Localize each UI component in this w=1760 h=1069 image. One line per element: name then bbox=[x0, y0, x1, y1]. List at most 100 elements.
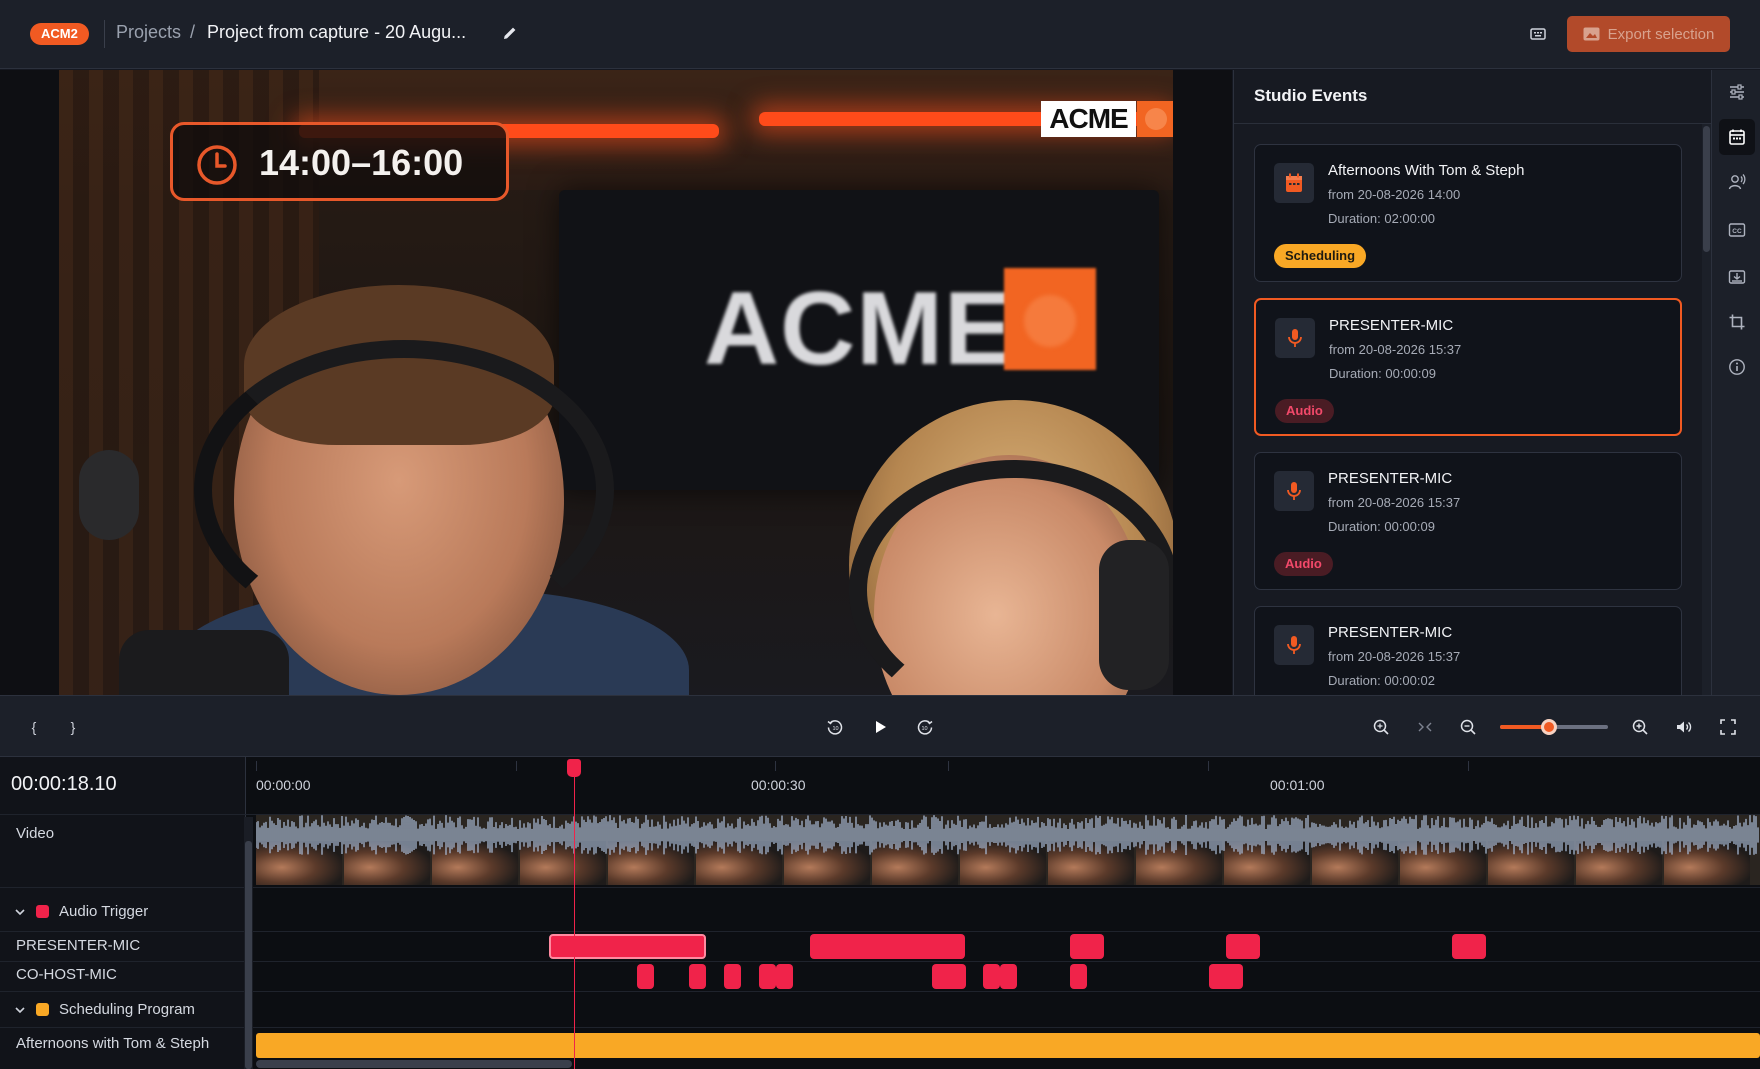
chevron-down-icon bbox=[15, 1006, 25, 1013]
cohost-audio-clip[interactable] bbox=[983, 964, 1000, 989]
event-title: Afternoons With Tom & Steph bbox=[1328, 162, 1525, 179]
panel-scrollbar[interactable] bbox=[1702, 124, 1711, 695]
event-start: from 20-08-2026 15:37 bbox=[1328, 649, 1461, 664]
event-card-selected[interactable]: PRESENTER-MIC from 20-08-2026 15:37 Dura… bbox=[1254, 298, 1682, 436]
event-title: PRESENTER-MIC bbox=[1329, 317, 1454, 334]
sliders-icon[interactable] bbox=[1719, 74, 1755, 110]
volume-icon[interactable] bbox=[1671, 714, 1697, 740]
export-selection-button[interactable]: Export selection bbox=[1567, 16, 1730, 52]
calendar-icon bbox=[1274, 163, 1314, 203]
event-start: from 20-08-2026 14:00 bbox=[1328, 187, 1461, 202]
tool-rail: CC bbox=[1711, 70, 1760, 695]
current-timecode: 00:00:18.10 bbox=[11, 773, 117, 795]
audio-color-swatch bbox=[36, 905, 49, 918]
event-start: from 20-08-2026 15:37 bbox=[1329, 342, 1462, 357]
zoom-fit-icon[interactable] bbox=[1368, 714, 1394, 740]
presenter-audio-clip[interactable] bbox=[1070, 934, 1104, 959]
scheduling-tag: Scheduling bbox=[1274, 244, 1367, 268]
track-list-scrollbar[interactable] bbox=[244, 817, 253, 1069]
track-group-label: Scheduling Program bbox=[59, 1001, 195, 1018]
mark-in-button[interactable]: { bbox=[21, 714, 47, 740]
cohost-audio-clip[interactable] bbox=[1000, 964, 1017, 989]
schedule-program-clip[interactable] bbox=[256, 1033, 1760, 1058]
video-frame: ACME 14:00–16:00 ACME bbox=[59, 70, 1173, 695]
divider bbox=[104, 20, 105, 48]
event-card[interactable]: Afternoons With Tom & Steph from 20-08-2… bbox=[1254, 144, 1682, 282]
track-group-audio-trigger[interactable]: Audio Trigger bbox=[14, 903, 148, 920]
cohost-audio-clip[interactable] bbox=[637, 964, 654, 989]
image-download-icon[interactable] bbox=[1719, 259, 1755, 295]
svg-text:10: 10 bbox=[921, 726, 927, 732]
export-selection-label: Export selection bbox=[1607, 25, 1715, 43]
breadcrumb-projects-link[interactable]: Projects bbox=[116, 22, 181, 43]
audio-tag: Audio bbox=[1275, 399, 1334, 423]
video-preview[interactable]: ACME 14:00–16:00 ACME bbox=[0, 70, 1232, 695]
presenter-audio-clip[interactable] bbox=[1452, 934, 1486, 959]
ruler-label: 00:00:30 bbox=[751, 777, 806, 793]
track-label-video: Video bbox=[16, 825, 55, 842]
rewind-10-icon[interactable]: 10 bbox=[822, 714, 848, 740]
zoom-slider[interactable] bbox=[1500, 719, 1608, 735]
play-icon[interactable] bbox=[867, 714, 893, 740]
acme-logo-mark bbox=[1137, 101, 1173, 137]
crop-icon[interactable] bbox=[1719, 304, 1755, 340]
ruler-label: 00:00:00 bbox=[256, 777, 311, 793]
event-duration: Duration: 00:00:02 bbox=[1328, 673, 1435, 688]
panel-title: Studio Events bbox=[1254, 86, 1368, 105]
track-label-presenter-mic: PRESENTER-MIC bbox=[16, 937, 141, 954]
playhead[interactable] bbox=[574, 773, 575, 1069]
event-duration: Duration: 02:00:00 bbox=[1328, 211, 1435, 226]
audio-waveform bbox=[256, 815, 1759, 855]
chevron-down-icon bbox=[15, 908, 25, 915]
microphone-icon bbox=[1275, 318, 1315, 358]
ruler-label: 00:01:00 bbox=[1270, 777, 1325, 793]
svg-text:CC: CC bbox=[1732, 228, 1742, 235]
mark-out-button[interactable]: } bbox=[60, 714, 86, 740]
microphone-icon bbox=[1274, 471, 1314, 511]
timeline[interactable]: 00:00:18.10 Video Audio Trigger PRESENTE… bbox=[0, 757, 1760, 1069]
audio-tag: Audio bbox=[1274, 552, 1333, 576]
speaker-person-icon[interactable] bbox=[1719, 164, 1755, 200]
track-group-label: Audio Trigger bbox=[59, 903, 149, 920]
calendar-icon[interactable] bbox=[1719, 119, 1755, 155]
timeline-horizontal-scrollbar[interactable] bbox=[256, 1060, 572, 1068]
acme-logo: ACME bbox=[1041, 101, 1136, 137]
cohost-audio-clip[interactable] bbox=[759, 964, 776, 989]
image-export-icon bbox=[1583, 27, 1600, 41]
forward-10-icon[interactable]: 10 bbox=[912, 714, 938, 740]
zoom-out-icon[interactable] bbox=[1455, 714, 1481, 740]
presenter-audio-clip[interactable] bbox=[549, 934, 706, 959]
time-overlay: 14:00–16:00 bbox=[170, 122, 509, 201]
project-title: Project from capture - 20 Augu... bbox=[207, 22, 467, 42]
cohost-audio-clip[interactable] bbox=[776, 964, 793, 989]
event-title: PRESENTER-MIC bbox=[1328, 624, 1453, 641]
svg-text:10: 10 bbox=[832, 726, 838, 732]
collapse-icon[interactable] bbox=[1412, 714, 1438, 740]
cohost-audio-clip[interactable] bbox=[1209, 964, 1243, 989]
event-duration: Duration: 00:00:09 bbox=[1328, 519, 1435, 534]
zoom-in-icon[interactable] bbox=[1627, 714, 1653, 740]
event-card[interactable]: PRESENTER-MIC from 20-08-2026 15:37 Dura… bbox=[1254, 452, 1682, 590]
cohost-audio-clip[interactable] bbox=[1070, 964, 1087, 989]
fullscreen-icon[interactable] bbox=[1715, 714, 1741, 740]
cohost-audio-clip[interactable] bbox=[932, 964, 966, 989]
playhead-handle[interactable] bbox=[567, 759, 581, 777]
transport-bar: { } 10 10 bbox=[0, 695, 1760, 757]
top-bar: ACM2 Projects / Project from capture - 2… bbox=[0, 0, 1760, 69]
track-label-cohost-mic: CO-HOST-MIC bbox=[16, 966, 117, 983]
presenter-audio-clip[interactable] bbox=[810, 934, 965, 959]
pencil-icon[interactable] bbox=[501, 24, 519, 42]
project-badge: ACM2 bbox=[30, 23, 89, 45]
track-group-scheduling-program[interactable]: Scheduling Program bbox=[14, 1001, 195, 1018]
closed-captions-icon[interactable]: CC bbox=[1719, 212, 1755, 248]
info-icon[interactable] bbox=[1719, 349, 1755, 385]
video-track-strip[interactable] bbox=[256, 815, 1760, 885]
cohost-audio-clip[interactable] bbox=[689, 964, 706, 989]
schedule-color-swatch bbox=[36, 1003, 49, 1016]
event-card[interactable]: PRESENTER-MIC from 20-08-2026 15:37 Dura… bbox=[1254, 606, 1682, 695]
presenter-audio-clip[interactable] bbox=[1226, 934, 1260, 959]
event-duration: Duration: 00:00:09 bbox=[1329, 366, 1436, 381]
cohost-audio-clip[interactable] bbox=[724, 964, 741, 989]
keyboard-icon[interactable] bbox=[1529, 25, 1547, 43]
monitor-logo-text: ACME bbox=[704, 271, 1015, 387]
